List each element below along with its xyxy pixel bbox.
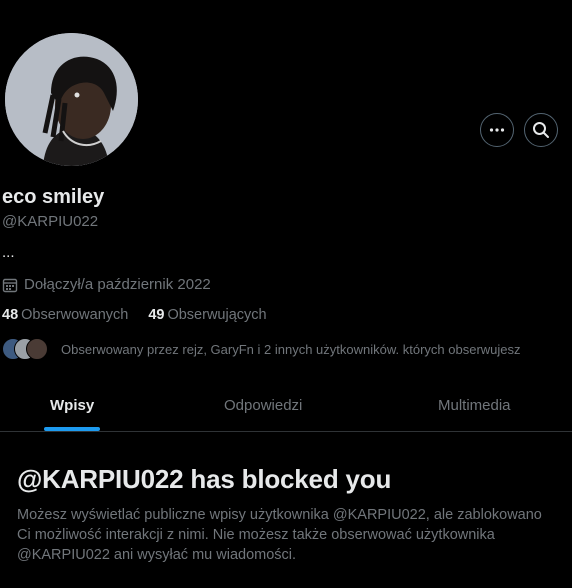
active-tab-indicator <box>44 427 100 431</box>
blocked-title: @KARPIU022 has blocked you <box>17 464 392 494</box>
tab-media[interactable]: Multimedia <box>438 397 511 414</box>
follow-counts: 48 Obserwowanych 49 Obserwujących <box>2 307 267 323</box>
more-icon <box>489 128 505 132</box>
followed-by-row[interactable]: Obserwowany przez rejz, GaryFn i 2 innyc… <box>2 337 521 361</box>
user-handle: @KARPIU022 <box>2 213 99 230</box>
follower-avatars <box>2 337 50 361</box>
more-button[interactable] <box>480 113 514 147</box>
display-name: eco smiley <box>2 186 105 208</box>
following-label: Obserwowanych <box>21 307 129 323</box>
join-date-row: Dołączył/a październik 2022 <box>2 276 211 293</box>
profile-avatar[interactable] <box>5 33 138 166</box>
following-count: 48 <box>2 307 19 323</box>
tab-posts[interactable]: Wpisy <box>50 397 94 414</box>
profile-tabs: Wpisy Odpowiedzi Multimedia <box>0 385 572 432</box>
calendar-icon <box>2 278 18 292</box>
followers-count: 49 <box>148 307 165 323</box>
bio-text: ... <box>2 244 15 261</box>
join-date: Dołączył/a październik 2022 <box>24 276 211 293</box>
blocked-message: Możesz wyświetlać publiczne wpisy użytko… <box>17 507 542 563</box>
tab-replies[interactable]: Odpowiedzi <box>224 397 302 414</box>
follower-avatar <box>26 338 48 360</box>
following-link[interactable]: 48 Obserwowanych <box>2 307 128 323</box>
followers-label: Obserwujących <box>167 307 267 323</box>
avatar-photo <box>5 33 138 166</box>
search-icon <box>533 122 549 138</box>
search-button[interactable] <box>524 113 558 147</box>
followed-by-text: Obserwowany przez rejz, GaryFn i 2 innyc… <box>61 341 521 357</box>
followers-link[interactable]: 49 Obserwujących <box>148 307 266 323</box>
